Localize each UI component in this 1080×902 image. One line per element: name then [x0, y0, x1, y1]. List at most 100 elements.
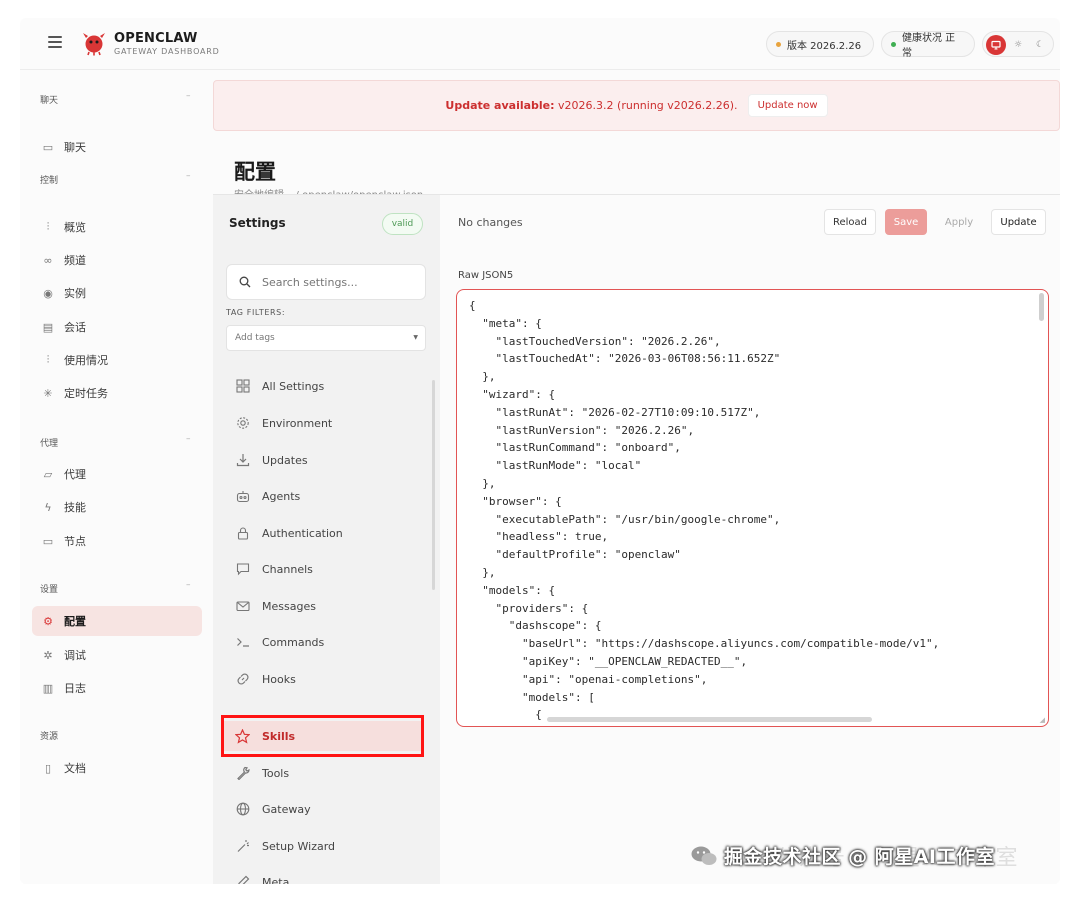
editor-vertical-scrollbar[interactable] — [1039, 293, 1044, 321]
wrench-icon — [235, 766, 250, 781]
sidebar-item-label: 频道 — [64, 254, 86, 267]
category-scrollbar[interactable] — [432, 380, 435, 590]
health-text: 健康状况 正常 — [901, 33, 956, 59]
sidebar-item-label: 文档 — [64, 762, 86, 775]
raw-json-label: Raw JSON5 — [458, 270, 514, 281]
json-editor[interactable]: { "meta": { "lastTouchedVersion": "2026.… — [456, 289, 1049, 727]
lock-icon — [235, 526, 250, 541]
grid-icon — [235, 379, 250, 394]
bar-chart-icon: ⫶ — [46, 353, 50, 366]
sidebar-item-label: 概览 — [64, 221, 86, 234]
sidebar-item-docs[interactable]: ▯ 文档 — [32, 753, 202, 783]
brand-subtitle: GATEWAY DASHBOARD — [114, 47, 220, 56]
update-now-button[interactable]: Update now — [747, 94, 828, 117]
category-channels[interactable]: Channels — [221, 554, 421, 584]
wand-icon — [235, 839, 250, 854]
category-label: Meta — [262, 875, 290, 885]
category-tools[interactable]: Tools — [221, 758, 421, 788]
link-icon: ∞ — [43, 253, 53, 267]
category-meta[interactable]: Meta — [221, 867, 421, 884]
category-agents[interactable]: Agents — [221, 481, 421, 511]
category-label: Agents — [262, 489, 301, 503]
category-environment[interactable]: Environment — [221, 408, 421, 438]
sidebar-item-overview[interactable]: ⫶ 概览 — [32, 212, 202, 242]
editor-horizontal-scrollbar[interactable] — [547, 717, 872, 722]
apply-button[interactable]: Apply — [935, 209, 983, 235]
theme-switcher: ☼ ☾ — [982, 31, 1054, 57]
banner-text: Update available: v2026.3.2 (running v20… — [445, 99, 737, 112]
category-label: Authentication — [262, 526, 343, 540]
version-status-dot — [776, 41, 781, 47]
chat-icon: ▭ — [42, 140, 54, 154]
log-icon: ▥ — [42, 681, 54, 695]
reload-button[interactable]: Reload — [824, 209, 876, 235]
monitor-theme-icon[interactable] — [986, 35, 1006, 55]
category-setup-wizard[interactable]: Setup Wizard — [221, 831, 421, 861]
sidebar-item-channels[interactable]: ∞ 频道 — [32, 245, 202, 275]
tag-select-placeholder: Add tags — [235, 333, 275, 343]
category-commands[interactable]: Commands — [221, 627, 421, 657]
json-editor-content[interactable]: { "meta": { "lastTouchedVersion": "2026.… — [469, 297, 939, 724]
collapse-icon[interactable]: – — [186, 91, 191, 101]
update-button[interactable]: Update — [991, 209, 1046, 235]
search-box[interactable] — [226, 264, 426, 300]
nav-section-title: 控制 — [40, 176, 59, 186]
broadcast-icon: ◉ — [43, 286, 53, 300]
sidebar-item-nodes[interactable]: ▭ 节点 — [32, 526, 202, 556]
sidebar-item-label: 代理 — [64, 468, 86, 481]
collapse-icon[interactable]: – — [186, 580, 191, 590]
category-label: Commands — [262, 635, 325, 649]
sidebar-item-label: 技能 — [64, 501, 86, 514]
app-window: OPENCLAW GATEWAY DASHBOARD 版本 2026.2.26 … — [20, 18, 1060, 884]
category-authentication[interactable]: Authentication — [221, 518, 421, 548]
sidebar-item-label: 聊天 — [64, 141, 86, 154]
sidebar-item-label: 实例 — [64, 287, 86, 300]
sun-icon[interactable]: ☼ — [1008, 35, 1028, 55]
banner-prefix: Update available: — [445, 99, 555, 112]
tag-select[interactable]: Add tags ▼ — [226, 325, 426, 351]
sidebar-item-logs[interactable]: ▥ 日志 — [32, 673, 202, 703]
sidebar-item-config[interactable]: ⚙ 配置 — [32, 606, 202, 636]
collapse-icon[interactable]: – — [186, 171, 191, 181]
page-title: 配置 — [234, 160, 276, 184]
sidebar-item-debug[interactable]: ✲ 调试 — [32, 640, 202, 670]
sidebar-item-skills[interactable]: ϟ 技能 — [32, 492, 202, 522]
category-gateway[interactable]: Gateway — [221, 794, 421, 824]
sidebar-item-chat[interactable]: ▭ 聊天 — [32, 132, 202, 162]
collapse-icon[interactable]: – — [186, 434, 191, 444]
category-updates[interactable]: Updates — [221, 445, 421, 475]
save-button[interactable]: Save — [885, 209, 927, 235]
top-bar: OPENCLAW GATEWAY DASHBOARD 版本 2026.2.26 … — [20, 18, 1060, 70]
sidebar-item-instances[interactable]: ◉ 实例 — [32, 278, 202, 308]
settings-title: Settings — [229, 216, 286, 230]
category-label: Messages — [262, 599, 316, 613]
sidebar-item-agents[interactable]: ▱ 代理 — [32, 459, 202, 489]
sidebar-item-usage[interactable]: ⫶ 使用情况 — [32, 345, 202, 375]
category-label: Tools — [262, 766, 290, 780]
pencil-icon — [235, 875, 250, 884]
sidebar-item-label: 节点 — [64, 535, 86, 548]
tag-filters-label: TAG FILTERS: — [226, 308, 286, 317]
terminal-icon — [235, 635, 250, 650]
watermark: 掘金技术社区 @ 阿星AI工作室 — [690, 842, 995, 869]
version-pill: 版本 2026.2.26 — [766, 31, 874, 57]
brand-title: OPENCLAW — [114, 31, 198, 46]
menu-icon[interactable] — [48, 36, 62, 48]
nav-section-title: 资源 — [40, 732, 59, 742]
category-label: Setup Wizard — [262, 839, 336, 853]
openclaw-logo — [83, 33, 105, 56]
sidebar-item-label: 日志 — [64, 682, 86, 695]
moon-icon[interactable]: ☾ — [1030, 35, 1050, 55]
search-input[interactable] — [262, 275, 412, 289]
link-icon — [235, 672, 250, 687]
category-messages[interactable]: Messages — [221, 591, 421, 621]
resize-grip-icon[interactable]: ◢ — [1040, 716, 1045, 724]
banner-message: v2026.3.2 (running v2026.2.26). — [554, 99, 738, 112]
globe-icon — [235, 802, 250, 817]
gear-icon: ⚙ — [43, 614, 53, 628]
sidebar-item-sessions[interactable]: ▤ 会话 — [32, 312, 202, 342]
sidebar-item-cron[interactable]: ✳ 定时任务 — [32, 378, 202, 408]
category-all-settings[interactable]: All Settings — [221, 371, 421, 401]
category-hooks[interactable]: Hooks — [221, 664, 421, 694]
lightning-icon: ϟ — [44, 500, 52, 514]
